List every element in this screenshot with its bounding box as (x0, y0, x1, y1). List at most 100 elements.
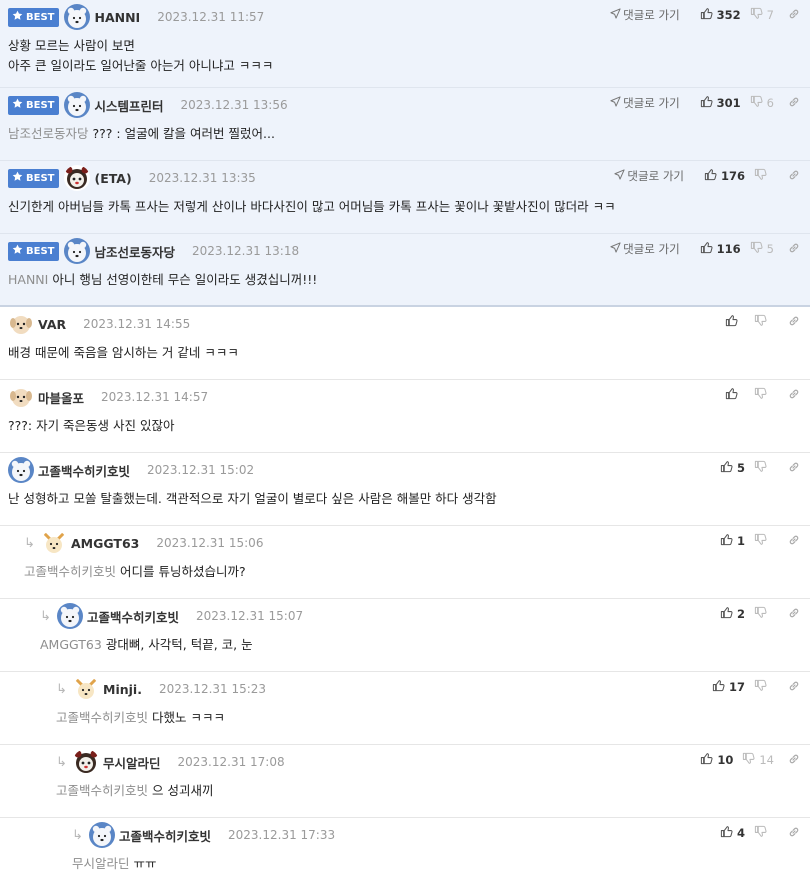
mentioned-user[interactable]: 고졸백수히키호빗 (56, 783, 148, 798)
comment-body: 상황 모르는 사람이 보면 (8, 38, 135, 53)
mentioned-user[interactable]: 고졸백수히키호빗 (56, 710, 148, 725)
nickname[interactable]: VAR (38, 317, 66, 332)
mentioned-user[interactable]: 고졸백수히키호빗 (24, 564, 116, 579)
downvote-button[interactable] (754, 460, 774, 476)
upvote-button[interactable]: 4 (720, 825, 745, 841)
comment-date: 2023.12.31 13:35 (148, 171, 256, 185)
panda-avatar[interactable] (64, 165, 91, 191)
upvote-button[interactable]: 116 (700, 241, 741, 257)
comment-header: 고졸백수히키호빗 2023.12.31 15:02 (0, 453, 810, 487)
white-bear-avatar[interactable] (8, 457, 34, 483)
comment-header: ↳ 무시알라딘 2023.12.31 17:08 (0, 745, 810, 779)
link-icon[interactable] (788, 534, 800, 549)
goto-comment-label: 댓글로 가기 (623, 96, 680, 110)
nickname[interactable]: Minji. (103, 682, 142, 697)
downvote-count: 7 (766, 8, 774, 22)
downvote-button[interactable] (754, 533, 774, 549)
comment-text: 고졸백수히키호빗 다했노 ㅋㅋㅋ (0, 708, 810, 728)
nickname[interactable]: 고졸백수히키호빗 (87, 607, 179, 626)
comment-date: 2023.12.31 13:18 (192, 244, 300, 258)
goto-comment-label: 댓글로 가기 (623, 8, 680, 22)
comment-text: 고졸백수히키호빗 으 성괴새끼 (0, 781, 810, 801)
downvote-button[interactable] (754, 168, 774, 184)
comment-date: 2023.12.31 13:56 (180, 98, 288, 112)
white-bear-avatar[interactable] (57, 603, 83, 629)
nickname[interactable]: (ETA) (94, 171, 131, 186)
downvote-button[interactable] (754, 314, 774, 330)
nickname[interactable]: 고졸백수히키호빗 (38, 461, 130, 480)
comment-actions: 댓글로 가기 176 (614, 168, 800, 184)
comment-body: 신기한게 아버님들 카톡 프사는 저렇게 산이나 바다사진이 많고 어머님들 카… (8, 199, 616, 214)
downvote-count: 14 (759, 753, 774, 767)
nickname[interactable]: 마블올포 (38, 388, 84, 407)
fox-avatar[interactable] (73, 676, 99, 702)
upvote-button[interactable]: 301 (700, 95, 741, 111)
link-icon[interactable] (788, 242, 800, 257)
puppy-avatar[interactable] (8, 311, 34, 337)
upvote-count: 5 (736, 461, 745, 475)
downvote-button[interactable] (754, 679, 774, 695)
link-icon[interactable] (788, 680, 800, 695)
best-comment: BEST 시스템프린터 2023.12.31 13:56 댓글로 가기 301 6 남조선로… (0, 88, 810, 161)
downvote-count: 5 (766, 242, 774, 256)
nickname[interactable]: 무시알라딘 (103, 753, 161, 772)
comment-date: 2023.12.31 17:08 (177, 755, 285, 769)
link-icon[interactable] (788, 8, 800, 23)
nickname[interactable]: 고졸백수히키호빗 (119, 826, 211, 845)
upvote-button[interactable]: 176 (704, 168, 745, 184)
white-bear-avatar[interactable] (89, 822, 115, 848)
fox-avatar[interactable] (41, 530, 67, 556)
link-icon[interactable] (788, 388, 800, 403)
nickname[interactable]: 시스템프린터 (94, 96, 163, 115)
white-bear-avatar[interactable] (64, 238, 91, 264)
reply-arrow-icon: ↳ (24, 535, 35, 551)
downvote-button[interactable] (754, 606, 774, 622)
link-icon[interactable] (788, 169, 800, 184)
nickname[interactable]: HANNI (94, 10, 140, 25)
link-icon[interactable] (788, 753, 800, 768)
thumbs-down-icon (750, 241, 763, 257)
thumbs-up-icon (704, 168, 717, 184)
mentioned-user[interactable]: 남조선로동자당 (8, 126, 89, 141)
puppy-avatar[interactable] (8, 384, 34, 410)
goto-comment-button[interactable]: 댓글로 가기 (610, 241, 680, 257)
panda-avatar[interactable] (73, 749, 99, 775)
upvote-button[interactable]: 17 (712, 679, 745, 695)
downvote-button[interactable]: 14 (742, 752, 774, 768)
comment-body: ??? : 얼굴에 칼을 여러번 찔렀어... (92, 126, 275, 141)
link-icon[interactable] (788, 607, 800, 622)
link-icon[interactable] (788, 826, 800, 841)
goto-comment-button[interactable]: 댓글로 가기 (614, 168, 684, 184)
mentioned-user[interactable]: 무시알라딘 (72, 856, 130, 871)
reply-arrow-icon: ↳ (56, 754, 67, 770)
upvote-count: 2 (736, 607, 745, 621)
link-icon[interactable] (788, 461, 800, 476)
goto-comment-button[interactable]: 댓글로 가기 (610, 95, 680, 111)
comment-body: 배경 때문에 죽음을 암시하는 거 같네 ㅋㅋㅋ (8, 345, 239, 360)
thumbs-up-icon (725, 314, 738, 330)
upvote-button[interactable]: 5 (720, 460, 745, 476)
upvote-button[interactable]: 352 (700, 7, 741, 23)
downvote-button[interactable] (754, 387, 774, 403)
thumbs-up-icon (700, 95, 713, 111)
goto-comment-button[interactable]: 댓글로 가기 (610, 7, 680, 23)
star-icon (12, 244, 23, 258)
nickname[interactable]: AMGGT63 (71, 536, 139, 551)
white-bear-avatar[interactable] (64, 92, 91, 118)
downvote-button[interactable] (754, 825, 774, 841)
upvote-button[interactable] (725, 314, 745, 330)
white-bear-avatar[interactable] (64, 4, 91, 30)
upvote-button[interactable]: 10 (700, 752, 733, 768)
upvote-button[interactable]: 1 (720, 533, 745, 549)
upvote-button[interactable]: 2 (720, 606, 745, 622)
upvote-button[interactable] (725, 387, 745, 403)
mentioned-user[interactable]: AMGGT63 (40, 637, 102, 652)
nickname[interactable]: 남조선로동자당 (94, 242, 175, 261)
downvote-button[interactable]: 5 (750, 241, 774, 257)
link-icon[interactable] (788, 96, 800, 111)
downvote-button[interactable]: 6 (750, 95, 774, 111)
downvote-button[interactable]: 7 (750, 7, 774, 23)
reply-arrow-icon: ↳ (56, 681, 67, 697)
link-icon[interactable] (788, 315, 800, 330)
mentioned-user[interactable]: HANNI (8, 272, 48, 287)
